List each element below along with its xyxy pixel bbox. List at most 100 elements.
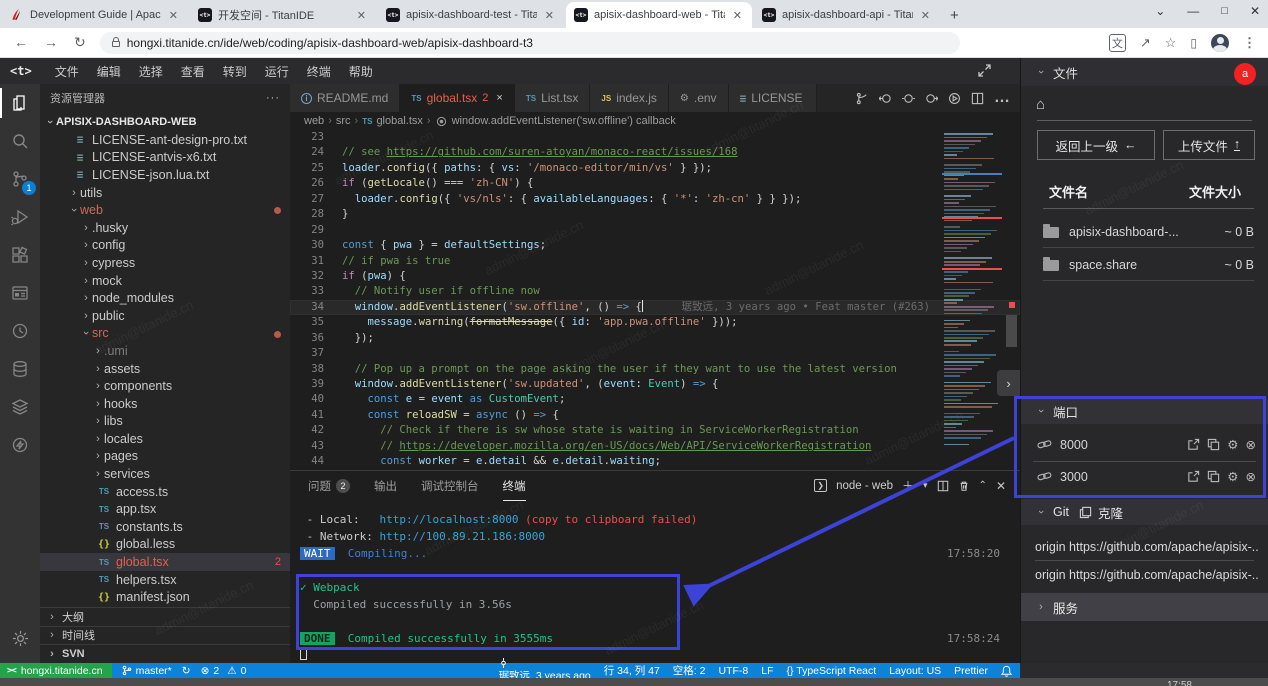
code-line-35[interactable]: 35 message.warning(formatMessage({ id: '…	[290, 315, 1020, 330]
status-item[interactable]: 行 34, 列 47	[604, 663, 660, 678]
scrollbar-thumb[interactable]	[1006, 315, 1017, 347]
tree-folder-services[interactable]: ›services	[40, 465, 290, 483]
port-row-8000[interactable]: 8000⚙⊗	[1021, 430, 1268, 459]
tab-close-icon[interactable]: ✕	[731, 9, 744, 22]
menu-item-查看[interactable]: 查看	[172, 63, 214, 80]
tree-folder-hooks[interactable]: ›hooks	[40, 395, 290, 413]
code-line-31[interactable]: 31// if pwa is true	[290, 254, 1020, 269]
window-maximize-icon[interactable]: □	[1221, 5, 1228, 17]
tree-file-global.tsx[interactable]: TSglobal.tsx2	[40, 553, 290, 571]
status-item[interactable]: Prettier	[954, 665, 988, 677]
split-terminal-icon[interactable]	[937, 480, 949, 492]
tree-file-LICENSE-ant-design-pro.txt[interactable]: ≡LICENSE-ant-design-pro.txt	[40, 131, 290, 149]
fullscreen-expand-icon[interactable]	[977, 63, 992, 78]
breadcrumb-item[interactable]: window.addEventListener('sw.offline') ca…	[452, 115, 676, 127]
extensions-icon[interactable]	[0, 236, 40, 274]
editor-tab-List.tsx[interactable]: TSList.tsx	[515, 84, 591, 112]
code-line-40[interactable]: 40 const e = event as CustomEvent;	[290, 392, 1020, 407]
tab-close-icon[interactable]: ✕	[355, 9, 368, 22]
sidebar-section-时间线[interactable]: ›时间线	[40, 626, 290, 645]
editor-scrollbar[interactable]	[1004, 130, 1020, 470]
tree-file-constants.ts[interactable]: TSconstants.ts	[40, 518, 290, 536]
terminal-tab-调试控制台[interactable]: 调试控制台	[421, 471, 479, 501]
editor-tab-.env[interactable]: ⚙.env	[669, 84, 729, 112]
terminal-dropdown-icon[interactable]: ▾	[923, 480, 928, 491]
problems-indicator[interactable]: ⊗2 ⚠0	[201, 665, 247, 677]
database-icon[interactable]	[0, 350, 40, 388]
window-minimize-icon[interactable]: —	[1187, 4, 1199, 18]
tree-folder-.husky[interactable]: ›.husky	[40, 219, 290, 237]
url-bar[interactable]: hongxi.titanide.cn/ide/web/coding/apisix…	[100, 32, 960, 54]
tree-folder-mock[interactable]: ›mock	[40, 272, 290, 290]
browser-tab[interactable]: <t>apisix-dashboard-test - TitanI✕	[378, 2, 564, 28]
close-circle-icon[interactable]: ⊗	[1246, 437, 1256, 452]
open-external-icon[interactable]	[1187, 470, 1200, 483]
panel-reveal-handle[interactable]: ›	[997, 370, 1020, 396]
browser-back-icon[interactable]: ←	[14, 34, 28, 51]
new-tab-button[interactable]: +	[950, 7, 959, 24]
settings-gear-icon[interactable]	[0, 621, 40, 655]
browser-tab[interactable]: <t>apisix-dashboard-web - TitanI✕	[566, 2, 752, 28]
git-clone-label[interactable]: 克隆	[1098, 503, 1123, 522]
source-control-icon[interactable]: 1	[0, 160, 40, 198]
tree-folder-src[interactable]: ›src	[40, 325, 290, 343]
tree-file-access.ts[interactable]: TSaccess.ts	[40, 483, 290, 501]
tree-folder-public[interactable]: ›public	[40, 307, 290, 325]
gear-icon[interactable]: ⚙	[1227, 469, 1238, 484]
tree-folder-libs[interactable]: ›libs	[40, 413, 290, 431]
copy-icon[interactable]	[1207, 470, 1220, 483]
files-section-header[interactable]: › 文件	[1021, 58, 1268, 86]
code-line-42[interactable]: 42 // Check if there is sw whose state i…	[290, 423, 1020, 438]
tree-file-helpers.tsx[interactable]: TShelpers.tsx	[40, 571, 290, 589]
run-circle-icon[interactable]	[948, 92, 961, 105]
breadcrumb-item[interactable]: global.tsx	[376, 115, 422, 127]
run-debug-icon[interactable]	[0, 198, 40, 236]
tree-file-app.tsx[interactable]: TSapp.tsx	[40, 500, 290, 518]
menu-item-选择[interactable]: 选择	[130, 63, 172, 80]
code-line-32[interactable]: 32if (pwa) {	[290, 269, 1020, 284]
close-panel-icon[interactable]: ✕	[996, 479, 1006, 493]
gear-icon[interactable]: ⚙	[1227, 437, 1238, 452]
terminal-shell-name[interactable]: node - web	[836, 480, 893, 492]
browser-menu-icon[interactable]: ⋮	[1243, 35, 1256, 51]
project-root-row[interactable]: › APISIX-DASHBOARD-WEB	[40, 112, 290, 131]
editor-tab-index.js[interactable]: JSindex.js	[590, 84, 668, 112]
git-remote-row[interactable]: origin https://github.com/apache/apisix-…	[1035, 533, 1258, 561]
code-line-23[interactable]: 23	[290, 130, 1020, 145]
status-item[interactable]: {} TypeScript React	[787, 665, 877, 677]
maximize-panel-icon[interactable]: ⌃	[979, 480, 987, 491]
minimap[interactable]	[942, 130, 1002, 470]
port-row-3000[interactable]: 3000⚙⊗	[1021, 462, 1268, 491]
code-line-28[interactable]: 28}	[290, 207, 1020, 222]
terminal-tab-问题[interactable]: 问题2	[308, 471, 350, 501]
code-line-38[interactable]: 38 // Pop up a prompt on the page asking…	[290, 362, 1020, 377]
sidebar-section-大纲[interactable]: ›大纲	[40, 607, 290, 626]
code-line-41[interactable]: 41 const reloadSW = async () => {	[290, 408, 1020, 423]
tree-file-global.less[interactable]: {}global.less	[40, 536, 290, 554]
new-terminal-icon[interactable]: ＋	[902, 477, 914, 494]
window-close-icon[interactable]: ✕	[1250, 4, 1260, 18]
breadcrumb-item[interactable]: web	[304, 115, 324, 127]
menu-item-文件[interactable]: 文件	[46, 63, 88, 80]
tab-close-icon[interactable]: ×	[496, 92, 502, 104]
go-up-button[interactable]: 返回上一级 ←	[1037, 130, 1155, 160]
profile-avatar[interactable]	[1211, 34, 1229, 52]
close-circle-icon[interactable]: ⊗	[1246, 469, 1256, 484]
search-icon[interactable]	[0, 122, 40, 160]
history-clock-icon[interactable]	[0, 312, 40, 350]
lightning-icon[interactable]	[0, 426, 40, 464]
code-line-25[interactable]: 25loader.config({ paths: { vs: '/monaco-…	[290, 161, 1020, 176]
translate-icon[interactable]: 文	[1109, 34, 1126, 52]
share-icon[interactable]: ↗	[1140, 35, 1151, 51]
terminal-tab-终端[interactable]: 终端	[503, 471, 526, 501]
services-section-header[interactable]: › 服务	[1021, 593, 1268, 621]
code-line-30[interactable]: 30const { pwa } = defaultSettings;	[290, 238, 1020, 253]
code-line-26[interactable]: 26if (getLocale() === 'zh-CN') {	[290, 176, 1020, 191]
browser-tab[interactable]: <t>apisix-dashboard-api - TitanID✕	[754, 2, 940, 28]
menu-item-运行[interactable]: 运行	[256, 63, 298, 80]
merge-editors-icon[interactable]	[856, 92, 869, 105]
explorer-icon[interactable]	[0, 84, 40, 122]
editor-tab-README.md[interactable]: iREADME.md	[290, 84, 400, 112]
browser-forward-icon[interactable]: →	[44, 34, 58, 51]
git-section-header[interactable]: › Git 克隆	[1021, 499, 1268, 525]
